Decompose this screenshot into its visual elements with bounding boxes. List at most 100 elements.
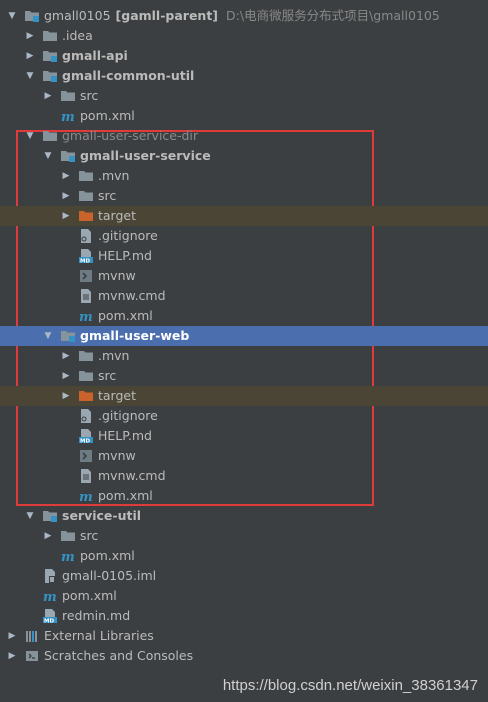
tree-row[interactable]: ▶.gitignore xyxy=(0,226,488,246)
tree-item-label: pom.xml xyxy=(80,548,135,563)
module-folder-icon xyxy=(24,8,40,24)
expand-arrow-icon[interactable]: ▶ xyxy=(42,86,54,106)
tree-row[interactable]: ▼ gmall-common-util xyxy=(0,66,488,86)
expand-arrow-icon[interactable]: ▶ xyxy=(60,366,72,386)
tree-row[interactable]: ▼ gmall-user-service-dir xyxy=(0,126,488,146)
watermark: https://blog.csdn.net/weixin_38361347 xyxy=(222,677,478,694)
tree-row[interactable]: ▶ .idea xyxy=(0,26,488,46)
tree-item-label: gmall-api xyxy=(62,48,128,63)
tree-row[interactable]: ▶mvnw xyxy=(0,266,488,286)
expand-arrow-icon[interactable]: ▶ xyxy=(60,166,72,186)
expand-arrow-icon[interactable]: ▶ xyxy=(24,46,36,66)
expand-arrow-icon[interactable]: ▶ xyxy=(60,346,72,366)
tree-row[interactable]: ▶mpom.xml xyxy=(0,586,488,606)
svg-text:MD: MD xyxy=(44,618,54,624)
expand-arrow-icon[interactable]: ▶ xyxy=(24,26,36,46)
tree-row[interactable]: ▶ gmall-api xyxy=(0,46,488,66)
folder-icon xyxy=(60,528,76,544)
tree-item-label: mvnw.cmd xyxy=(98,468,166,483)
libraries-icon xyxy=(24,628,40,644)
folder-icon xyxy=(42,128,58,144)
collapse-arrow-icon[interactable]: ▼ xyxy=(6,6,18,26)
tree-item-label: src xyxy=(98,188,117,203)
module-folder-icon xyxy=(42,508,58,524)
scratches-icon xyxy=(24,648,40,664)
tree-item-label: gmall-0105.iml xyxy=(62,568,157,583)
collapse-arrow-icon[interactable]: ▼ xyxy=(24,66,36,86)
expand-arrow-icon[interactable]: ▶ xyxy=(60,386,72,406)
collapse-arrow-icon[interactable]: ▼ xyxy=(42,146,54,166)
tree-row[interactable]: ▶ src xyxy=(0,86,488,106)
tree-item-label: .gitignore xyxy=(98,228,158,243)
maven-icon: m xyxy=(78,488,94,505)
iml-file-icon xyxy=(42,568,58,584)
tree-row[interactable]: ▼ service-util xyxy=(0,506,488,526)
gitignore-icon xyxy=(78,228,94,244)
collapse-arrow-icon[interactable]: ▼ xyxy=(24,506,36,526)
svg-text:MD: MD xyxy=(80,258,90,264)
tree-row[interactable]: ▶MDHELP.md xyxy=(0,246,488,266)
tree-row[interactable]: ▶MDHELP.md xyxy=(0,426,488,446)
tree-row[interactable]: ▶ Scratches and Consoles xyxy=(0,646,488,666)
tree-row[interactable]: ▶mpom.xml xyxy=(0,546,488,566)
module-folder-icon xyxy=(42,68,58,84)
tree-item-label: pom.xml xyxy=(62,588,117,603)
tree-item-label: pom.xml xyxy=(98,488,153,503)
tree-row[interactable]: ▶ target xyxy=(0,206,488,226)
tree-row[interactable]: ▶MDredmin.md xyxy=(0,606,488,626)
shell-icon xyxy=(78,448,94,464)
tree-item-label: gmall0105 xyxy=(44,8,111,23)
expand-arrow-icon[interactable]: ▶ xyxy=(6,626,18,646)
tree-row[interactable]: ▶mpom.xml xyxy=(0,106,488,126)
tree-row[interactable]: ▼ gmall-user-web xyxy=(0,326,488,346)
collapse-arrow-icon[interactable]: ▼ xyxy=(42,326,54,346)
tree-row[interactable]: ▶mpom.xml xyxy=(0,486,488,506)
expand-arrow-icon[interactable]: ▶ xyxy=(42,526,54,546)
tree-item-label: .mvn xyxy=(98,348,130,363)
project-path: D:\电商微服务分布式项目\gmall0105 xyxy=(226,8,440,23)
folder-icon xyxy=(78,348,94,364)
tree-item-label: gmall-common-util xyxy=(62,68,195,83)
tree-item-label: mvnw.cmd xyxy=(98,288,166,303)
tree-row[interactable]: ▶ External Libraries xyxy=(0,626,488,646)
svg-text:m: m xyxy=(61,110,75,124)
gitignore-icon xyxy=(78,408,94,424)
tree-item-label: External Libraries xyxy=(44,628,154,643)
text-file-icon xyxy=(78,468,94,484)
svg-text:m: m xyxy=(79,310,93,324)
folder-icon xyxy=(78,188,94,204)
tree-row[interactable]: ▶mpom.xml xyxy=(0,306,488,326)
module-folder-icon xyxy=(42,48,58,64)
tree-row[interactable]: ▶ .mvn xyxy=(0,166,488,186)
maven-icon: m xyxy=(78,308,94,325)
tree-row[interactable]: ▼ gmall0105 [gamll-parent] D:\电商微服务分布式项目\gm… xyxy=(0,6,488,26)
tree-row[interactable]: ▶ src xyxy=(0,366,488,386)
tree-item-label: src xyxy=(80,88,99,103)
collapse-arrow-icon[interactable]: ▼ xyxy=(24,126,36,146)
module-folder-icon xyxy=(60,328,76,344)
tree-item-label: pom.xml xyxy=(80,108,135,123)
tree-row[interactable]: ▶ .mvn xyxy=(0,346,488,366)
tree-item-label: HELP.md xyxy=(98,248,152,263)
tree-row[interactable]: ▶.gitignore xyxy=(0,406,488,426)
maven-icon: m xyxy=(60,548,76,565)
expand-arrow-icon[interactable]: ▶ xyxy=(60,206,72,226)
tree-row[interactable]: ▶gmall-0105.iml xyxy=(0,566,488,586)
tree-row[interactable]: ▶ src xyxy=(0,186,488,206)
tree-row[interactable]: ▶mvnw.cmd xyxy=(0,286,488,306)
tree-item-label: src xyxy=(98,368,117,383)
tree-item-label: .idea xyxy=(62,28,93,43)
tree-item-label: mvnw xyxy=(98,268,136,283)
tree-row[interactable]: ▶mvnw xyxy=(0,446,488,466)
expand-arrow-icon[interactable]: ▶ xyxy=(6,646,18,666)
tree-item-label: gmall-user-web xyxy=(80,328,190,343)
tree-row[interactable]: ▶mvnw.cmd xyxy=(0,466,488,486)
tree-row[interactable]: ▼ gmall-user-service xyxy=(0,146,488,166)
tree-row[interactable]: ▶ src xyxy=(0,526,488,546)
project-parent-label: [gamll-parent] xyxy=(115,8,219,23)
target-folder-icon xyxy=(78,388,94,404)
maven-icon: m xyxy=(60,108,76,125)
tree-row[interactable]: ▶ target xyxy=(0,386,488,406)
folder-icon xyxy=(60,88,76,104)
expand-arrow-icon[interactable]: ▶ xyxy=(60,186,72,206)
